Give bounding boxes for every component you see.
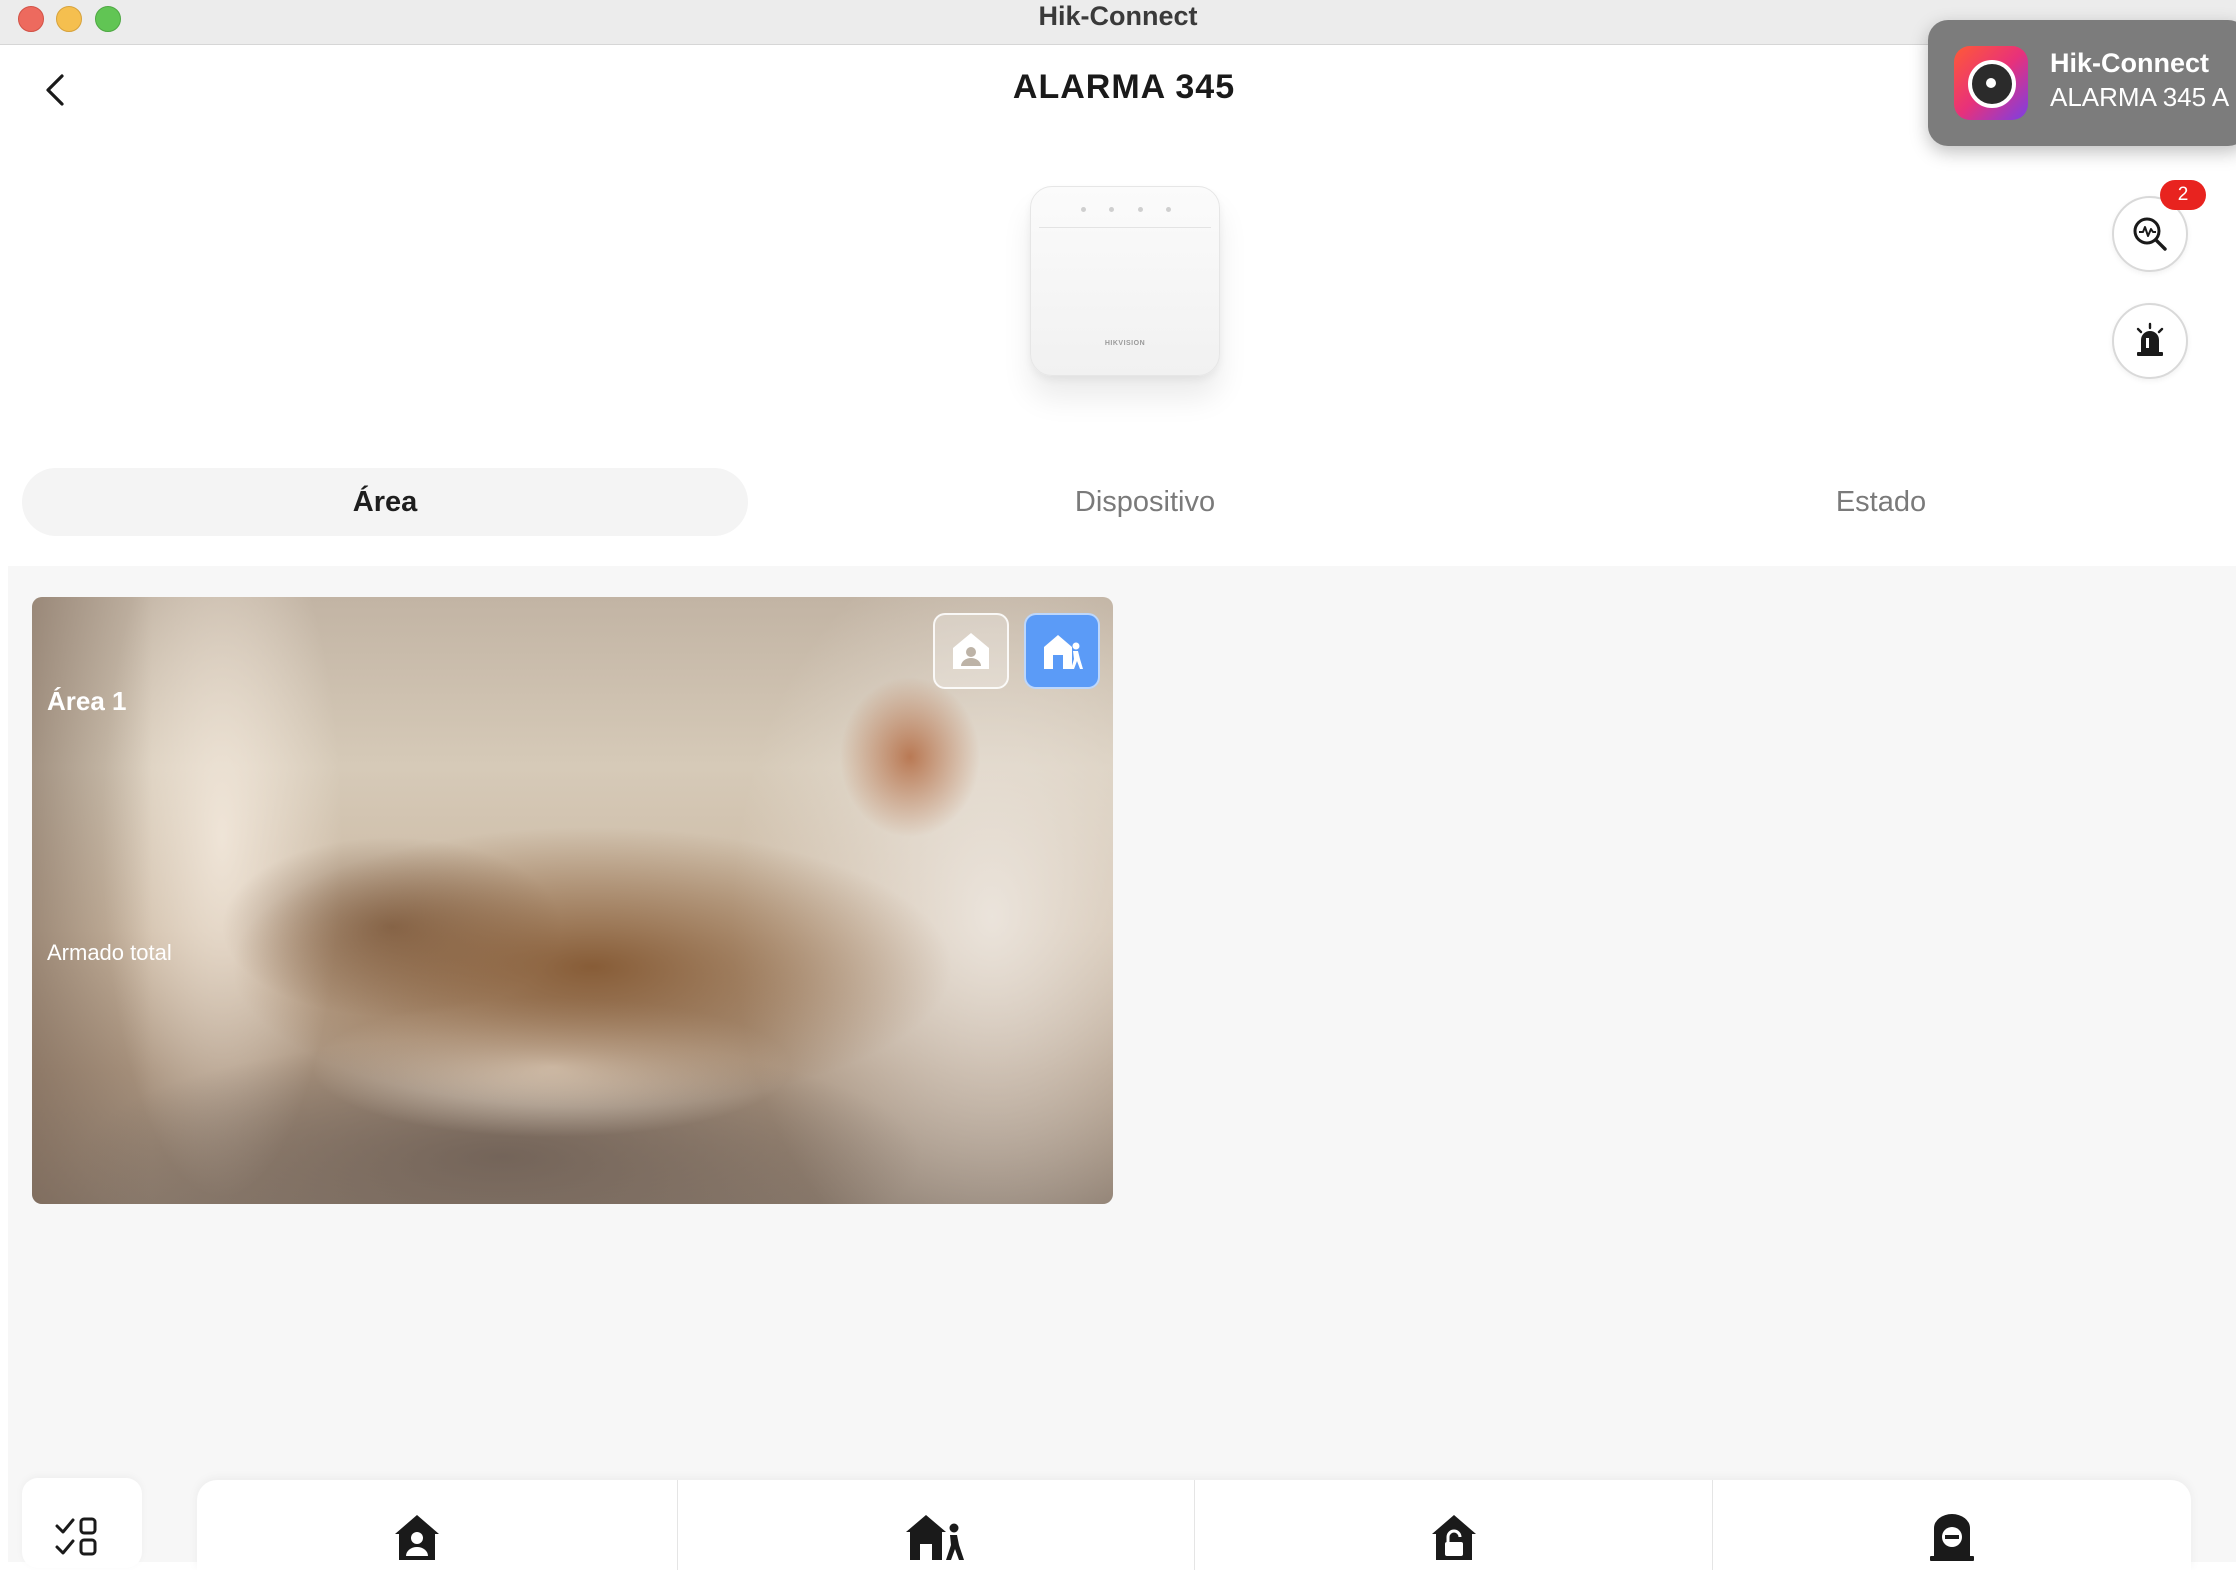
device-divider	[1039, 227, 1211, 228]
away-arm-icon	[1044, 635, 1083, 669]
window-titlebar: Hik-Connect	[0, 0, 2236, 45]
device-brand-logo: HIKVISION	[1104, 340, 1146, 347]
notification-toast[interactable]: Hik-Connect ALARMA 345 A	[1928, 20, 2236, 146]
checklist-icon	[55, 1517, 97, 1556]
tab-bar: Área Dispositivo Estado	[22, 468, 2236, 538]
hik-connect-app-icon	[1954, 46, 2028, 120]
stay-arm-icon	[395, 1515, 439, 1560]
window-title: Hik-Connect	[1038, 1, 1198, 31]
bottom-disarm-button[interactable]	[1195, 1480, 1712, 1570]
bottom-clear-alarm-button[interactable]	[1713, 1480, 2191, 1570]
siren-button[interactable]	[2112, 303, 2188, 379]
device-led	[1166, 207, 1171, 212]
area-name: Área 1	[47, 686, 127, 716]
tab-dispositivo[interactable]: Dispositivo	[782, 468, 1508, 536]
bottom-stay-arm-button[interactable]	[197, 1480, 677, 1570]
siren-icon	[2136, 322, 2164, 356]
device-led	[1138, 207, 1143, 212]
notification-badge: 2	[2160, 180, 2206, 210]
tab-estado[interactable]: Estado	[1518, 468, 2236, 536]
device-led	[1109, 207, 1114, 212]
toast-title: Hik-Connect	[2050, 48, 2210, 78]
bottom-away-arm-button[interactable]	[678, 1480, 1194, 1570]
away-arm-button[interactable]	[1024, 613, 1100, 689]
stay-arm-icon	[953, 633, 989, 669]
device-image: HIKVISION	[1030, 186, 1220, 376]
toast-message: ALARMA 345 A	[2050, 82, 2230, 112]
diagnostic-search-icon	[2133, 217, 2167, 251]
device-led	[1081, 207, 1086, 212]
checklist-button[interactable]	[22, 1478, 142, 1568]
area-status: Armado total	[47, 940, 172, 965]
page-title: ALARMA 345	[1012, 68, 1236, 106]
disarm-icon	[1432, 1515, 1476, 1560]
bottom-action-bar	[197, 1480, 2191, 1570]
tab-area[interactable]: Área	[22, 468, 748, 536]
away-arm-icon	[906, 1515, 964, 1560]
clear-alarm-icon	[1930, 1514, 1974, 1561]
app-icon-dot	[1986, 78, 1996, 88]
stay-arm-button[interactable]	[933, 613, 1009, 689]
